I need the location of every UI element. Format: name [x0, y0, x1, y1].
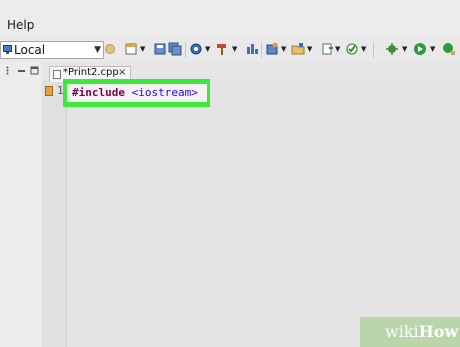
chevron-down-icon[interactable]: ▼ — [361, 45, 366, 53]
chevron-down-icon[interactable]: ▼ — [232, 45, 237, 53]
run-icon[interactable] — [345, 42, 359, 56]
hammer-icon[interactable] — [215, 42, 229, 56]
chevron-down-icon[interactable]: ▼ — [205, 45, 210, 53]
new-folder-icon[interactable] — [291, 42, 305, 56]
new-source-icon[interactable] — [320, 42, 334, 56]
gear-icon[interactable] — [105, 44, 115, 54]
toolbar-separator — [185, 42, 186, 58]
build-icon[interactable] — [189, 42, 203, 56]
new-file-icon[interactable] — [124, 42, 138, 56]
left-pane — [0, 62, 42, 347]
chevron-down-icon[interactable]: ▼ — [140, 45, 145, 53]
chevron-down-icon[interactable]: ▼ — [281, 45, 286, 53]
view-menu-icon[interactable] — [3, 66, 12, 75]
launch-target-select[interactable]: Local ▼ — [0, 41, 104, 59]
chevron-down-icon[interactable]: ▼ — [335, 45, 340, 53]
warning-marker-icon[interactable] — [45, 86, 53, 96]
code-keyword: #include — [72, 86, 125, 99]
toolbar-separator — [261, 42, 262, 58]
save-icon[interactable] — [153, 42, 167, 56]
menu-bar: Help — [0, 0, 460, 38]
logo-part-how: How — [418, 322, 459, 341]
chevron-down-icon[interactable]: ▼ — [430, 45, 435, 53]
code-line[interactable]: #include <iostream> — [67, 84, 207, 102]
menu-help[interactable]: Help — [7, 18, 34, 32]
wikihow-logo: wikiHow — [385, 322, 458, 341]
launch-target-label: Local — [14, 43, 46, 57]
code-editor[interactable] — [42, 82, 460, 347]
cpp-file-icon — [53, 70, 61, 79]
debug-icon[interactable] — [245, 42, 259, 56]
line-gutter — [42, 82, 67, 347]
save-all-icon[interactable] — [168, 42, 182, 56]
logo-part-wiki: wiki — [385, 322, 419, 341]
chevron-down-icon[interactable]: ▼ — [402, 45, 407, 53]
external-tool-icon[interactable] — [385, 42, 399, 56]
minimize-icon[interactable] — [17, 66, 26, 75]
close-icon[interactable]: × — [118, 67, 126, 78]
computer-icon — [3, 45, 12, 54]
debug-run-icon[interactable] — [413, 42, 427, 56]
new-class-icon[interactable] — [265, 42, 279, 56]
tab-label: *Print2.cpp — [63, 67, 119, 78]
toolbar-separator — [373, 42, 374, 58]
code-include-header: <iostream> — [131, 86, 198, 99]
chevron-down-icon[interactable]: ▼ — [307, 45, 312, 53]
profile-icon[interactable] — [442, 42, 456, 56]
maximize-icon[interactable] — [30, 66, 39, 75]
chevron-down-icon[interactable]: ▼ — [94, 45, 101, 55]
